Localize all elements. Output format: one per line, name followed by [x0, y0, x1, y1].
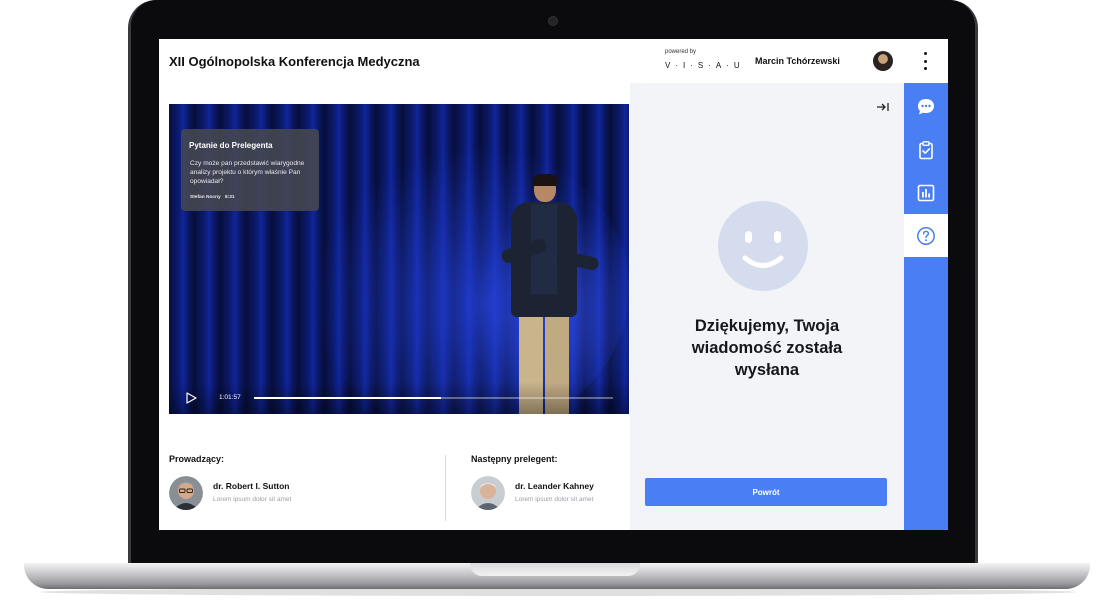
next-speaker-avatar	[471, 476, 505, 510]
laptop-base-notch	[470, 563, 640, 576]
user-avatar[interactable]	[873, 51, 893, 71]
side-rail	[904, 83, 948, 530]
play-icon[interactable]	[185, 392, 197, 404]
confirmation-message: Dziękujemy, Twoja wiadomość została wysł…	[691, 317, 843, 379]
video-player[interactable]: Pytanie do Prelegenta Czy może pan przed…	[169, 104, 629, 414]
collapse-panel-icon[interactable]	[876, 101, 890, 113]
question-tab[interactable]	[904, 214, 948, 257]
smiley-icon	[718, 201, 808, 291]
chat-tab[interactable]	[904, 85, 948, 128]
side-panel: Dziękujemy, Twoja wiadomość została wysł…	[630, 83, 904, 530]
video-progress-fill	[254, 397, 441, 399]
host-card: dr. Robert I. Sutton Lorem ipsum dolor s…	[169, 476, 419, 516]
host-description: Lorem ipsum dolor sit amet	[213, 496, 292, 503]
user-name[interactable]: Marcin Tchórzewski	[755, 56, 840, 66]
next-speaker-name: dr. Leander Kahney	[515, 481, 594, 491]
presenter-divider	[445, 455, 446, 521]
laptop-camera	[548, 16, 558, 26]
app-title: XII Ogólnopolska Konferencja Medyczna	[169, 54, 420, 69]
poll-tab[interactable]	[904, 171, 948, 214]
host-name: dr. Robert I. Sutton	[213, 481, 290, 491]
back-button[interactable]: Powrót	[645, 478, 887, 506]
top-bar: XII Ogólnopolska Konferencja Medyczna po…	[159, 39, 948, 83]
video-controls: 1:01:57	[169, 382, 629, 414]
question-author: Stefan Nocny	[190, 195, 221, 200]
bar-chart-icon	[917, 184, 935, 201]
next-speaker-description: Lorem ipsum dolor sit amet	[515, 496, 594, 503]
video-time: 1:01:57	[219, 394, 241, 401]
survey-tab[interactable]	[904, 128, 948, 171]
host-label: Prowadzący:	[169, 454, 225, 464]
powered-by-label: powered by	[665, 49, 697, 55]
question-time: 8:31	[225, 195, 235, 200]
question-icon	[917, 226, 935, 245]
chat-icon	[918, 98, 934, 114]
clipboard-check-icon	[919, 140, 933, 159]
host-avatar	[169, 476, 203, 510]
laptop-shadow	[40, 588, 1076, 596]
next-speaker-label: Następny prelegent:	[471, 454, 558, 464]
brand-logo: V·I·S·A·U	[665, 61, 745, 70]
video-progress-track[interactable]	[254, 397, 613, 399]
question-title: Pytanie do Prelegenta	[189, 141, 273, 150]
question-text: Czy może pan przedstawić wiarygodne anal…	[190, 160, 305, 185]
question-card: Pytanie do Prelegenta Czy może pan przed…	[181, 129, 319, 211]
question-meta: Stefan Nocny 8:31	[190, 195, 235, 200]
app-screen: XII Ogólnopolska Konferencja Medyczna po…	[159, 39, 948, 530]
more-options-icon[interactable]	[917, 52, 933, 70]
speaker-figure-hair	[532, 174, 558, 186]
